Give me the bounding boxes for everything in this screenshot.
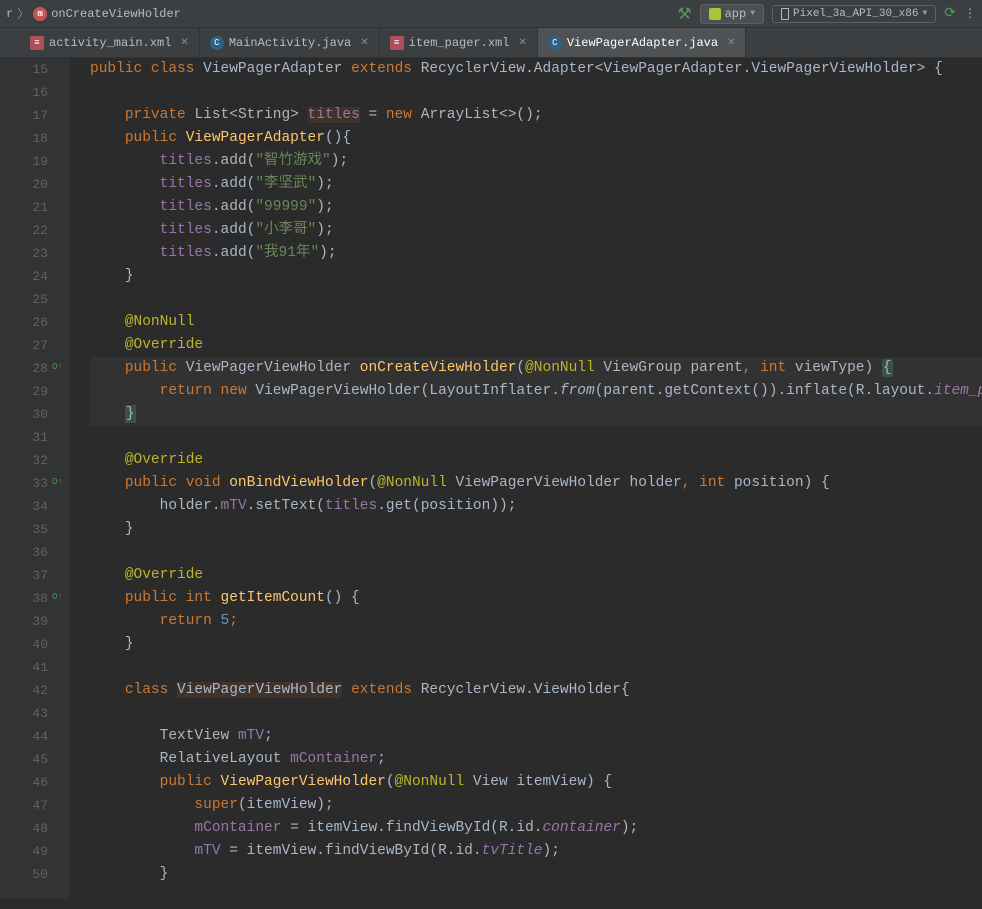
code-line: @NonNull bbox=[90, 311, 982, 334]
code-line: titles.add("99999"); bbox=[90, 196, 982, 219]
close-icon[interactable]: ✕ bbox=[727, 37, 735, 49]
code-line bbox=[90, 702, 982, 725]
tab-label: MainActivity.java bbox=[229, 36, 351, 50]
code-line: titles.add("李坚武"); bbox=[90, 173, 982, 196]
java-file-icon: C bbox=[548, 36, 562, 50]
code-line: return new ViewPagerViewHolder(LayoutInf… bbox=[90, 380, 982, 403]
code-line: @Override bbox=[90, 334, 982, 357]
tab-mainactivity[interactable]: C MainActivity.java ✕ bbox=[200, 28, 380, 57]
tabs-bar: ≡ activity_main.xml ✕ C MainActivity.jav… bbox=[0, 28, 982, 58]
tab-item-pager[interactable]: ≡ item_pager.xml ✕ bbox=[380, 28, 538, 57]
override-gutter-icon[interactable]: O↑ bbox=[52, 591, 64, 603]
code-line: titles.add("我91年"); bbox=[90, 242, 982, 265]
code-line bbox=[90, 426, 982, 449]
code-line bbox=[90, 656, 982, 679]
xml-file-icon: ≡ bbox=[30, 36, 44, 50]
code-line: private List<String> titles = new ArrayL… bbox=[90, 104, 982, 127]
close-icon[interactable]: ✕ bbox=[180, 37, 188, 49]
code-line: } bbox=[90, 403, 982, 426]
editor-area: 1516171819202122232425262728O↑2930313233… bbox=[0, 58, 982, 899]
code-line: public ViewPagerAdapter(){ bbox=[90, 127, 982, 150]
top-toolbar: r 〉 m onCreateViewHolder ⚒ app ▼ Pixel_3… bbox=[0, 0, 982, 28]
close-icon[interactable]: ✕ bbox=[360, 37, 368, 49]
code-line: RelativeLayout mContainer; bbox=[90, 748, 982, 771]
breadcrumb[interactable]: r 〉 m onCreateViewHolder bbox=[6, 5, 181, 22]
code-line: @Override bbox=[90, 449, 982, 472]
code-line bbox=[90, 81, 982, 104]
code-line bbox=[90, 288, 982, 311]
close-icon[interactable]: ✕ bbox=[518, 37, 526, 49]
xml-file-icon: ≡ bbox=[390, 36, 404, 50]
code-line bbox=[90, 541, 982, 564]
breadcrumb-separator: 〉 bbox=[17, 5, 29, 22]
code-line: } bbox=[90, 633, 982, 656]
device-selector[interactable]: Pixel_3a_API_30_x86 ▼ bbox=[772, 5, 936, 23]
code-line: holder.mTV.setText(titles.get(position))… bbox=[90, 495, 982, 518]
code-line: super(itemView); bbox=[90, 794, 982, 817]
override-gutter-icon[interactable]: O↑ bbox=[52, 361, 64, 373]
dropdown-icon: ▼ bbox=[922, 9, 927, 18]
more-icon[interactable]: ⋮ bbox=[964, 6, 976, 21]
code-line: TextView mTV; bbox=[90, 725, 982, 748]
run-config-label: app bbox=[725, 7, 747, 21]
code-line: return 5; bbox=[90, 610, 982, 633]
java-file-icon: C bbox=[210, 36, 224, 50]
code-line: public ViewPagerViewHolder(@NonNull View… bbox=[90, 771, 982, 794]
code-line: class ViewPagerViewHolder extends Recycl… bbox=[90, 679, 982, 702]
code-pane[interactable]: public class ViewPagerAdapter extends Re… bbox=[70, 58, 982, 899]
code-line: public int getItemCount() { bbox=[90, 587, 982, 610]
code-line: } bbox=[90, 265, 982, 288]
tab-label: item_pager.xml bbox=[409, 36, 510, 50]
breadcrumb-method: onCreateViewHolder bbox=[51, 7, 181, 21]
override-gutter-icon[interactable]: O↑ bbox=[52, 476, 64, 488]
tab-viewpageradapter[interactable]: C ViewPagerAdapter.java ✕ bbox=[538, 28, 747, 57]
line-gutter[interactable]: 1516171819202122232425262728O↑2930313233… bbox=[0, 58, 70, 899]
code-line: public class ViewPagerAdapter extends Re… bbox=[90, 58, 982, 81]
code-line: public void onBindViewHolder(@NonNull Vi… bbox=[90, 472, 982, 495]
code-line: titles.add("小李哥"); bbox=[90, 219, 982, 242]
tab-label: activity_main.xml bbox=[49, 36, 171, 50]
toolbar-right: ⚒ app ▼ Pixel_3a_API_30_x86 ▼ ⟳ ⋮ bbox=[677, 4, 976, 24]
dropdown-icon: ▼ bbox=[750, 9, 755, 18]
code-line: public ViewPagerViewHolder onCreateViewH… bbox=[90, 357, 982, 380]
device-label: Pixel_3a_API_30_x86 bbox=[793, 8, 918, 20]
code-line: mContainer = itemView.findViewById(R.id.… bbox=[90, 817, 982, 840]
sync-icon[interactable]: ⟳ bbox=[944, 5, 956, 22]
code-line: } bbox=[90, 863, 982, 886]
phone-icon bbox=[781, 8, 789, 20]
method-icon: m bbox=[33, 7, 47, 21]
tab-label: ViewPagerAdapter.java bbox=[567, 36, 718, 50]
code-line: @Override bbox=[90, 564, 982, 587]
code-line bbox=[90, 886, 982, 899]
breadcrumb-suffix: r bbox=[6, 7, 13, 21]
run-config-selector[interactable]: app ▼ bbox=[700, 4, 764, 24]
tab-activity-main[interactable]: ≡ activity_main.xml ✕ bbox=[20, 28, 200, 57]
build-icon[interactable]: ⚒ bbox=[677, 4, 691, 24]
code-line: } bbox=[90, 518, 982, 541]
code-line: mTV = itemView.findViewById(R.id.tvTitle… bbox=[90, 840, 982, 863]
code-line: titles.add("智竹游戏"); bbox=[90, 150, 982, 173]
android-icon bbox=[709, 8, 721, 20]
